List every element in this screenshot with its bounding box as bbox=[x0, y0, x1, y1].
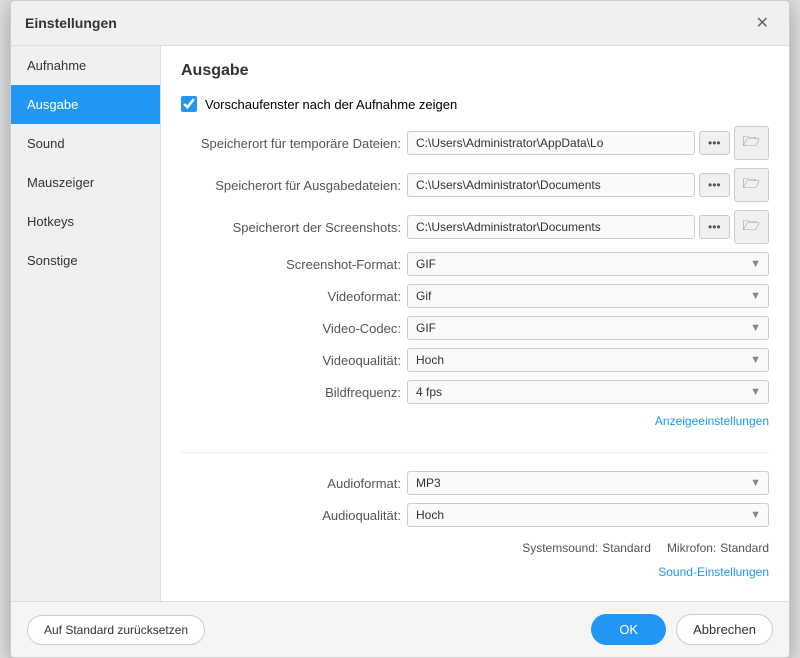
sidebar-item-sonstige[interactable]: Sonstige bbox=[11, 241, 160, 280]
settings-dialog: Einstellungen ✕ Aufnahme Ausgabe Sound M… bbox=[10, 0, 790, 658]
cancel-button[interactable]: Abbrechen bbox=[676, 614, 773, 645]
screenshot-path-input-group: ••• 🗁 bbox=[407, 210, 769, 244]
audioformat-row: Audioformat: MP3AACWMAWAV ▼ bbox=[181, 471, 769, 495]
content-title: Ausgabe bbox=[181, 62, 769, 80]
preview-checkbox-row: Vorschaufenster nach der Aufnahme zeigen bbox=[181, 96, 769, 112]
screenshot-path-dots-button[interactable]: ••• bbox=[699, 215, 730, 239]
audioformat-label: Audioformat: bbox=[181, 476, 401, 491]
video-codec-select-group: GIFH.264HEVC ▼ bbox=[407, 316, 769, 340]
systemsound-value: Standard bbox=[602, 541, 651, 555]
temp-path-input[interactable] bbox=[407, 131, 695, 155]
screenshot-path-row: Speicherort der Screenshots: ••• 🗁 bbox=[181, 210, 769, 244]
videoformat-select[interactable]: GifMP4AVIWMV bbox=[407, 284, 769, 308]
title-bar: Einstellungen ✕ bbox=[11, 1, 789, 46]
sound-einstellungen-row: Sound-Einstellungen bbox=[181, 565, 769, 579]
form-section: Speicherort für temporäre Dateien: ••• 🗁… bbox=[181, 126, 769, 585]
videoqualitaet-select-group: HochMittelNiedrig ▼ bbox=[407, 348, 769, 372]
preview-checkbox[interactable] bbox=[181, 96, 197, 112]
output-path-input[interactable] bbox=[407, 173, 695, 197]
bildfrequenz-row: Bildfrequenz: 4 fps8 fps12 fps24 fps30 f… bbox=[181, 380, 769, 404]
temp-path-input-group: ••• 🗁 bbox=[407, 126, 769, 160]
dialog-body: Aufnahme Ausgabe Sound Mauszeiger Hotkey… bbox=[11, 46, 789, 601]
output-path-input-group: ••• 🗁 bbox=[407, 168, 769, 202]
bildfrequenz-label: Bildfrequenz: bbox=[181, 385, 401, 400]
preview-checkbox-label: Vorschaufenster nach der Aufnahme zeigen bbox=[205, 97, 457, 112]
temp-path-dots-button[interactable]: ••• bbox=[699, 131, 730, 155]
screenshot-format-select[interactable]: GIFJPGPNGBMP bbox=[407, 252, 769, 276]
audioqualitaet-label: Audioqualität: bbox=[181, 508, 401, 523]
main-content: Ausgabe Vorschaufenster nach der Aufnahm… bbox=[161, 46, 789, 601]
audioformat-select-group: MP3AACWMAWAV ▼ bbox=[407, 471, 769, 495]
temp-path-label: Speicherort für temporäre Dateien: bbox=[181, 136, 401, 151]
videoqualitaet-select[interactable]: HochMittelNiedrig bbox=[407, 348, 769, 372]
ok-button[interactable]: OK bbox=[591, 614, 666, 645]
mikrofon-label: Mikrofon: bbox=[667, 541, 716, 555]
sidebar-item-mauszeiger[interactable]: Mauszeiger bbox=[11, 163, 160, 202]
audioqualitaet-row: Audioqualität: HochMittelNiedrig ▼ bbox=[181, 503, 769, 527]
mikrofon-value: Standard bbox=[720, 541, 769, 555]
screenshot-path-folder-button[interactable]: 🗁 bbox=[734, 210, 769, 244]
sidebar-item-ausgabe[interactable]: Ausgabe bbox=[11, 85, 160, 124]
anzeigeeinstellungen-row: Anzeigeeinstellungen bbox=[181, 414, 769, 428]
videoqualitaet-row: Videoqualität: HochMittelNiedrig ▼ bbox=[181, 348, 769, 372]
temp-path-row: Speicherort für temporäre Dateien: ••• 🗁 bbox=[181, 126, 769, 160]
videoformat-label: Videoformat: bbox=[181, 289, 401, 304]
output-path-folder-button[interactable]: 🗁 bbox=[734, 168, 769, 202]
output-path-label: Speicherort für Ausgabedateien: bbox=[181, 178, 401, 193]
screenshot-format-row: Screenshot-Format: GIFJPGPNGBMP ▼ bbox=[181, 252, 769, 276]
sidebar-item-hotkeys[interactable]: Hotkeys bbox=[11, 202, 160, 241]
systemsound-status: Systemsound: Standard bbox=[522, 541, 651, 555]
audioqualitaet-select[interactable]: HochMittelNiedrig bbox=[407, 503, 769, 527]
temp-path-folder-button[interactable]: 🗁 bbox=[734, 126, 769, 160]
videoqualitaet-label: Videoqualität: bbox=[181, 353, 401, 368]
sound-einstellungen-button[interactable]: Sound-Einstellungen bbox=[658, 565, 769, 579]
bildfrequenz-select[interactable]: 4 fps8 fps12 fps24 fps30 fps bbox=[407, 380, 769, 404]
screenshot-format-select-group: GIFJPGPNGBMP ▼ bbox=[407, 252, 769, 276]
bildfrequenz-select-group: 4 fps8 fps12 fps24 fps30 fps ▼ bbox=[407, 380, 769, 404]
reset-button[interactable]: Auf Standard zurücksetzen bbox=[27, 615, 205, 645]
audioqualitaet-select-group: HochMittelNiedrig ▼ bbox=[407, 503, 769, 527]
sidebar-item-aufnahme[interactable]: Aufnahme bbox=[11, 46, 160, 85]
sidebar-item-sound[interactable]: Sound bbox=[11, 124, 160, 163]
video-codec-label: Video-Codec: bbox=[181, 321, 401, 336]
dialog-title: Einstellungen bbox=[25, 15, 117, 31]
audio-status-row: Systemsound: Standard Mikrofon: Standard bbox=[181, 541, 769, 555]
audioformat-select[interactable]: MP3AACWMAWAV bbox=[407, 471, 769, 495]
separator bbox=[181, 452, 769, 453]
videoformat-select-group: GifMP4AVIWMV ▼ bbox=[407, 284, 769, 308]
sidebar: Aufnahme Ausgabe Sound Mauszeiger Hotkey… bbox=[11, 46, 161, 601]
videoformat-row: Videoformat: GifMP4AVIWMV ▼ bbox=[181, 284, 769, 308]
screenshot-path-input[interactable] bbox=[407, 215, 695, 239]
systemsound-label: Systemsound: bbox=[522, 541, 598, 555]
close-button[interactable]: ✕ bbox=[750, 11, 775, 35]
anzeigeeinstellungen-button[interactable]: Anzeigeeinstellungen bbox=[655, 414, 769, 428]
output-path-row: Speicherort für Ausgabedateien: ••• 🗁 bbox=[181, 168, 769, 202]
output-path-dots-button[interactable]: ••• bbox=[699, 173, 730, 197]
footer-right-buttons: OK Abbrechen bbox=[591, 614, 773, 645]
screenshot-path-label: Speicherort der Screenshots: bbox=[181, 220, 401, 235]
video-codec-row: Video-Codec: GIFH.264HEVC ▼ bbox=[181, 316, 769, 340]
mikrofon-status: Mikrofon: Standard bbox=[667, 541, 769, 555]
dialog-footer: Auf Standard zurücksetzen OK Abbrechen bbox=[11, 601, 789, 657]
video-codec-select[interactable]: GIFH.264HEVC bbox=[407, 316, 769, 340]
screenshot-format-label: Screenshot-Format: bbox=[181, 257, 401, 272]
